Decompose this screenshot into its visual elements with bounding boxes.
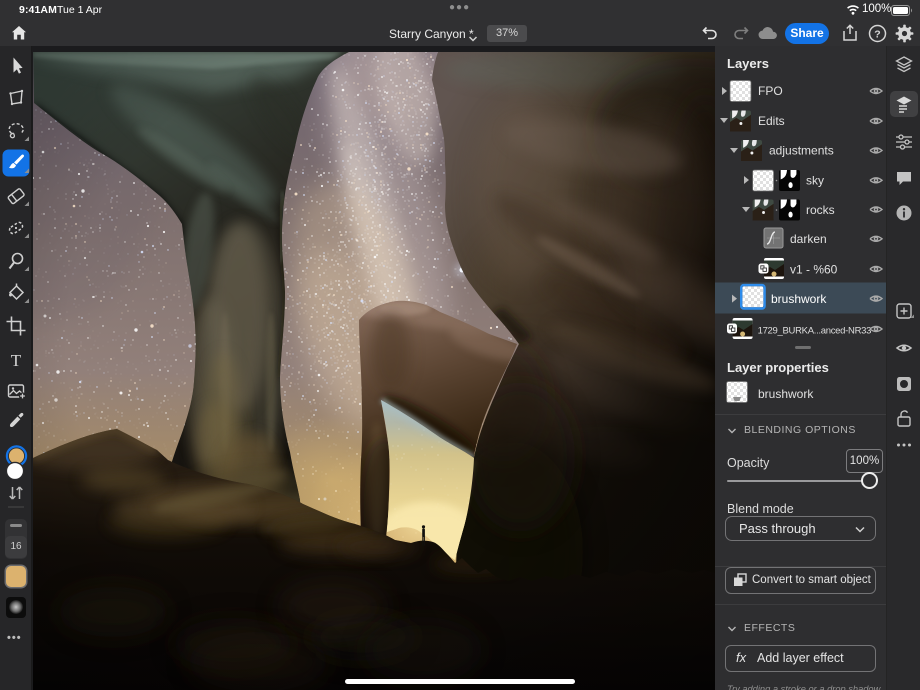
svg-text:?: ? <box>874 28 880 40</box>
svg-text:T: T <box>11 351 22 370</box>
